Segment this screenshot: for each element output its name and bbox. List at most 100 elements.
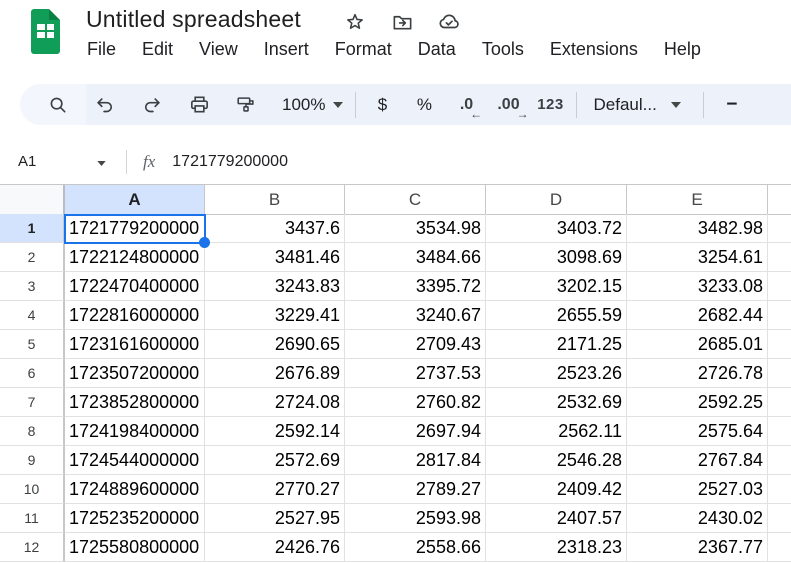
font-selector[interactable]: Defaul... [589, 91, 684, 119]
cell-A1[interactable]: 1721779200000 [65, 214, 205, 243]
cell-C10[interactable]: 2789.27 [345, 475, 486, 504]
paint-format-icon[interactable] [232, 91, 260, 119]
cell-D3[interactable]: 3202.15 [486, 272, 627, 301]
row-header-10[interactable]: 10 [0, 475, 65, 504]
menu-format[interactable]: Format [322, 35, 405, 63]
cell-B8[interactable]: 2592.14 [205, 417, 345, 446]
name-box[interactable]: A1 [0, 153, 112, 170]
row-header-1[interactable]: 1 [0, 214, 65, 243]
more-formats-button[interactable]: 123 [536, 91, 564, 119]
cell-partial-10[interactable] [768, 475, 791, 504]
cell-B2[interactable]: 3481.46 [205, 243, 345, 272]
column-header-D[interactable]: D [486, 185, 627, 215]
formula-input[interactable]: 1721779200000 [172, 153, 288, 171]
cell-E11[interactable]: 2430.02 [627, 504, 768, 533]
cell-A12[interactable]: 1725580800000 [65, 533, 205, 562]
cell-partial-1[interactable] [768, 214, 791, 243]
cell-B6[interactable]: 2676.89 [205, 359, 345, 388]
sheets-logo-icon[interactable] [31, 9, 60, 54]
menu-extensions[interactable]: Extensions [537, 35, 651, 63]
cell-C2[interactable]: 3484.66 [345, 243, 486, 272]
cell-C8[interactable]: 2697.94 [345, 417, 486, 446]
row-header-3[interactable]: 3 [0, 272, 65, 301]
star-icon[interactable] [342, 9, 368, 35]
cell-B9[interactable]: 2572.69 [205, 446, 345, 475]
cell-partial-7[interactable] [768, 388, 791, 417]
row-header-7[interactable]: 7 [0, 388, 65, 417]
cell-E6[interactable]: 2726.78 [627, 359, 768, 388]
format-percent-button[interactable]: % [410, 91, 438, 119]
cell-partial-2[interactable] [768, 243, 791, 272]
format-currency-button[interactable]: $ [368, 91, 396, 119]
row-header-11[interactable]: 11 [0, 504, 65, 533]
cell-A9[interactable]: 1724544000000 [65, 446, 205, 475]
cell-B10[interactable]: 2770.27 [205, 475, 345, 504]
cell-D7[interactable]: 2532.69 [486, 388, 627, 417]
cell-A7[interactable]: 1723852800000 [65, 388, 205, 417]
cell-partial-12[interactable] [768, 533, 791, 562]
column-header-E[interactable]: E [627, 185, 768, 215]
cell-partial-9[interactable] [768, 446, 791, 475]
column-header-C[interactable]: C [345, 185, 486, 215]
row-header-12[interactable]: 12 [0, 533, 65, 562]
cell-E3[interactable]: 3233.08 [627, 272, 768, 301]
cell-B11[interactable]: 2527.95 [205, 504, 345, 533]
cell-E4[interactable]: 2682.44 [627, 301, 768, 330]
column-header-partial[interactable] [768, 185, 791, 215]
cell-D9[interactable]: 2546.28 [486, 446, 627, 475]
cell-partial-5[interactable] [768, 330, 791, 359]
increase-decimal-button[interactable]: .00→ [494, 91, 522, 119]
cell-partial-6[interactable] [768, 359, 791, 388]
move-folder-icon[interactable] [389, 9, 415, 35]
cell-B5[interactable]: 2690.65 [205, 330, 345, 359]
menu-file[interactable]: File [74, 35, 129, 63]
cell-E1[interactable]: 3482.98 [627, 214, 768, 243]
cell-C11[interactable]: 2593.98 [345, 504, 486, 533]
cell-C4[interactable]: 3240.67 [345, 301, 486, 330]
cell-B12[interactable]: 2426.76 [205, 533, 345, 562]
cell-A10[interactable]: 1724889600000 [65, 475, 205, 504]
column-header-B[interactable]: B [205, 185, 345, 215]
cell-B7[interactable]: 2724.08 [205, 388, 345, 417]
cell-D6[interactable]: 2523.26 [486, 359, 627, 388]
row-header-5[interactable]: 5 [0, 330, 65, 359]
zoom-control[interactable]: 100% [282, 91, 343, 119]
cell-B4[interactable]: 3229.41 [205, 301, 345, 330]
print-icon[interactable] [185, 91, 213, 119]
cell-partial-3[interactable] [768, 272, 791, 301]
cell-D10[interactable]: 2409.42 [486, 475, 627, 504]
menu-view[interactable]: View [186, 35, 251, 63]
cell-partial-4[interactable] [768, 301, 791, 330]
cell-C7[interactable]: 2760.82 [345, 388, 486, 417]
cell-B3[interactable]: 3243.83 [205, 272, 345, 301]
document-title[interactable]: Untitled spreadsheet [86, 6, 301, 33]
cell-partial-11[interactable] [768, 504, 791, 533]
cell-A2[interactable]: 1722124800000 [65, 243, 205, 272]
cell-A8[interactable]: 1724198400000 [65, 417, 205, 446]
cell-A4[interactable]: 1722816000000 [65, 301, 205, 330]
decrease-font-size-button[interactable]: − [718, 91, 746, 119]
cell-E5[interactable]: 2685.01 [627, 330, 768, 359]
cloud-saved-icon[interactable] [436, 9, 462, 35]
row-header-4[interactable]: 4 [0, 301, 65, 330]
cell-C5[interactable]: 2709.43 [345, 330, 486, 359]
row-header-9[interactable]: 9 [0, 446, 65, 475]
cell-A3[interactable]: 1722470400000 [65, 272, 205, 301]
cell-B1[interactable]: 3437.6 [205, 214, 345, 243]
row-header-8[interactable]: 8 [0, 417, 65, 446]
row-header-2[interactable]: 2 [0, 243, 65, 272]
cell-A5[interactable]: 1723161600000 [65, 330, 205, 359]
cell-E8[interactable]: 2575.64 [627, 417, 768, 446]
cell-D4[interactable]: 2655.59 [486, 301, 627, 330]
cell-D5[interactable]: 2171.25 [486, 330, 627, 359]
cell-C6[interactable]: 2737.53 [345, 359, 486, 388]
cell-E9[interactable]: 2767.84 [627, 446, 768, 475]
cell-D12[interactable]: 2318.23 [486, 533, 627, 562]
cell-A6[interactable]: 1723507200000 [65, 359, 205, 388]
redo-icon[interactable] [138, 91, 166, 119]
select-all-corner[interactable] [0, 185, 65, 215]
column-header-A[interactable]: A [65, 185, 205, 215]
cell-D2[interactable]: 3098.69 [486, 243, 627, 272]
cell-E10[interactable]: 2527.03 [627, 475, 768, 504]
menu-insert[interactable]: Insert [251, 35, 322, 63]
